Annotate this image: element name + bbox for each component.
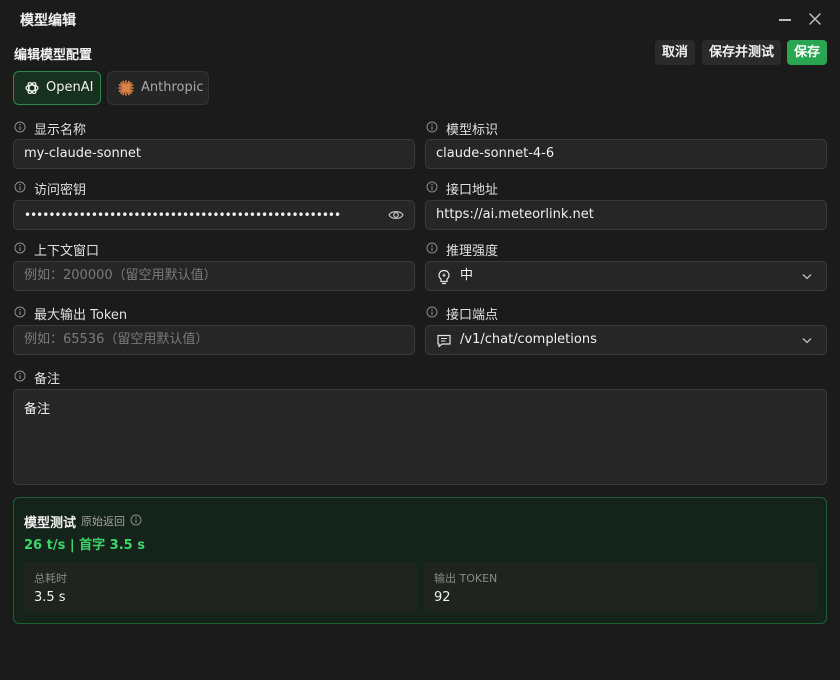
window-title: 模型编辑 (20, 13, 76, 29)
minimize-icon[interactable] (776, 10, 794, 28)
stat-value: 92 (434, 590, 451, 605)
info-icon[interactable] (130, 514, 142, 526)
title-bar: 模型编辑 (0, 0, 840, 38)
stat-label: 总耗时 (34, 572, 67, 585)
display-name-input[interactable]: my-claude-sonnet (13, 139, 415, 169)
stat-label: 输出 TOKEN (434, 572, 498, 585)
close-icon[interactable] (806, 10, 824, 28)
info-icon (14, 306, 26, 318)
endpoint-url-input[interactable]: https://ai.meteorlink.net (425, 200, 827, 230)
brain-icon (438, 269, 450, 285)
raw-response-link[interactable]: 原始返回 (81, 513, 125, 529)
notes-textarea[interactable]: 备注 (13, 389, 827, 485)
anthropic-logo-icon (118, 80, 134, 96)
stat-value: 3.5 s (34, 590, 66, 605)
model-id-input[interactable]: claude-sonnet-4-6 (425, 139, 827, 169)
chevron-down-icon (802, 338, 812, 344)
reasoning-label: 推理强度 (426, 240, 726, 259)
reasoning-select[interactable]: 中 (425, 261, 827, 291)
model-id-label: 模型标识 (426, 119, 726, 138)
endpoint-url-label: 接口地址 (426, 179, 726, 198)
cancel-button[interactable]: 取消 (655, 40, 695, 65)
context-window-label: 上下文窗口 (14, 240, 314, 259)
provider-tab-anthropic[interactable]: Anthropic (107, 71, 209, 105)
reasoning-value: 中 (460, 268, 474, 283)
api-path-select[interactable]: /v1/chat/completions (425, 325, 827, 355)
max-tokens-input[interactable]: 例如：65536（留空用默认值） (13, 325, 415, 355)
display-name-label: 显示名称 (14, 119, 314, 138)
stat-total-time: 总耗时 3.5 s (24, 562, 417, 612)
info-icon (14, 242, 26, 254)
provider-label: OpenAI (46, 80, 94, 95)
save-button[interactable]: 保存 (787, 40, 827, 65)
provider-label: Anthropic (141, 80, 204, 95)
info-icon (426, 181, 438, 193)
model-test-panel: 模型测试 原始返回 26 t/s | 首字 3.5 s 总耗时 3.5 s 输出… (13, 497, 827, 624)
save-and-test-button[interactable]: 保存并测试 (702, 40, 781, 65)
api-path-label: 接口端点 (426, 304, 726, 323)
api-key-label: 访问密钥 (14, 179, 314, 198)
api-path-value: /v1/chat/completions (460, 332, 597, 347)
info-icon (426, 306, 438, 318)
info-icon (14, 370, 26, 382)
api-key-input[interactable]: ••••••••••••••••••••••••••••••••••••••••… (13, 200, 415, 230)
info-icon (426, 242, 438, 254)
stat-output-tokens: 输出 TOKEN 92 (424, 562, 817, 612)
speed-summary: 26 t/s | 首字 3.5 s (24, 538, 145, 553)
section-title: 编辑模型配置 (14, 48, 93, 63)
info-icon (426, 121, 438, 133)
provider-tab-openai[interactable]: OpenAI (13, 71, 101, 105)
notes-label: 备注 (14, 368, 314, 387)
max-tokens-label: 最大输出 Token (14, 304, 314, 323)
chevron-down-icon (802, 274, 812, 280)
api-key-masked-value: ••••••••••••••••••••••••••••••••••••••••… (24, 208, 341, 222)
chat-bubble-icon (437, 334, 451, 348)
eye-icon[interactable] (388, 208, 404, 222)
openai-logo-icon (25, 81, 39, 95)
info-icon (14, 181, 26, 193)
context-window-input[interactable]: 例如：200000（留空用默认值） (13, 261, 415, 291)
info-icon (14, 121, 26, 133)
test-title: 模型测试 (24, 516, 77, 531)
